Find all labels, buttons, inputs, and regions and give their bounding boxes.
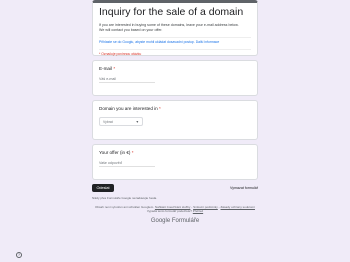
question-email-label: E-mail * bbox=[99, 66, 251, 71]
legal-text: Obsah není vytvořen ani schválen Googlem… bbox=[92, 205, 258, 213]
required-star: * bbox=[113, 66, 116, 71]
chevron-down-icon: ▼ bbox=[135, 119, 139, 124]
sign-in-notice[interactable]: Přihlaste se do Googlu, abyste mohli ukl… bbox=[99, 37, 251, 44]
submit-button[interactable]: Odeslat bbox=[92, 184, 114, 192]
question-offer-card: Your offer (in €) * Vaše odpověď bbox=[92, 144, 258, 180]
logo-google-text: Google bbox=[150, 218, 171, 224]
privacy-link[interactable]: Zásady ochrany soukromí bbox=[220, 205, 255, 209]
question-domain-card: Domain you are interested in * Vybrat ▼ bbox=[92, 100, 258, 140]
form-actions: Odeslat Vymazat formulář bbox=[92, 184, 258, 192]
password-warning: Nikdy přes Formuláře Google nezadávejte … bbox=[92, 196, 158, 200]
domain-select[interactable]: Vybrat ▼ bbox=[99, 117, 143, 126]
question-offer-label: Your offer (in €) * bbox=[99, 150, 251, 155]
question-domain-text: Domain you are interested in bbox=[99, 106, 158, 111]
suspicious-question: Vypadá tento formulář podezřele? bbox=[146, 209, 192, 213]
question-email-text: E-mail bbox=[99, 66, 113, 71]
form-description-line-2: We will contact you based on your offer. bbox=[99, 28, 163, 32]
legal-disclaimer: Obsah není vytvořen ani schválen Googlem… bbox=[95, 205, 155, 209]
form-footer: Nikdy přes Formuláře Google nezadávejte … bbox=[92, 196, 258, 224]
form-header-card: Inquiry for the sale of a domain If you … bbox=[92, 0, 258, 56]
domain-select-value: Vybrat bbox=[103, 119, 113, 124]
offer-input[interactable]: Vaše odpověď bbox=[99, 161, 155, 167]
question-email-card: E-mail * Váš e-mail bbox=[92, 60, 258, 96]
google-forms-logo[interactable]: Google Formuláře bbox=[92, 218, 258, 224]
question-domain-label: Domain you are interested in * bbox=[99, 106, 251, 111]
report-link[interactable]: Přehled bbox=[193, 209, 203, 213]
required-note: * Označuje povinnou otázku bbox=[99, 49, 251, 56]
help-icon[interactable]: ? bbox=[16, 252, 22, 258]
required-star: * bbox=[159, 106, 161, 111]
required-star: * bbox=[131, 150, 134, 155]
question-offer-text: Your offer (in €) bbox=[99, 150, 131, 155]
logo-forms-text: Formuláře bbox=[171, 218, 200, 224]
form-column: Inquiry for the sale of a domain If you … bbox=[92, 0, 258, 224]
clear-form-button[interactable]: Vymazat formulář bbox=[230, 186, 258, 190]
form-title: Inquiry for the sale of a domain bbox=[99, 6, 244, 18]
email-input[interactable]: Váš e-mail bbox=[99, 77, 155, 83]
